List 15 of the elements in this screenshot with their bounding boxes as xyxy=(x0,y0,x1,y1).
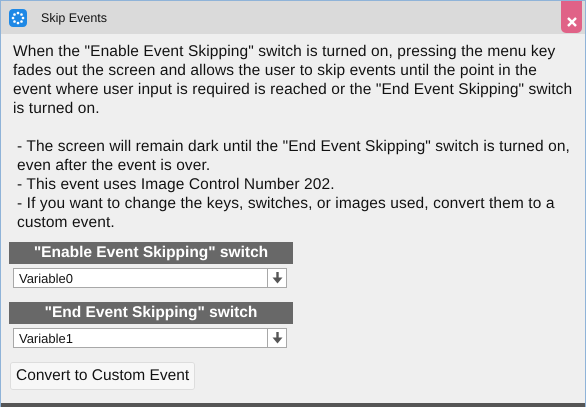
window-title: Skip Events xyxy=(41,10,108,24)
down-arrow-icon xyxy=(272,272,282,284)
app-icon xyxy=(9,8,27,26)
note-text: - If you want to change the keys, switches, or images used, convert them to a custom event. xyxy=(17,194,556,232)
switch-dropdown[interactable]: Variable1 xyxy=(13,328,287,348)
close-icon xyxy=(566,17,576,27)
note-text: - The screen will remain dark until the "End Event Skipping" switch is turned on, even after the event is over. xyxy=(17,137,571,175)
note-text: - This event uses Image Control Number 202. xyxy=(17,175,336,194)
switch-dropdown[interactable]: Variable0 xyxy=(13,268,287,288)
close-button[interactable] xyxy=(561,1,582,33)
convert-button[interactable]: Convert to Custom Event xyxy=(10,362,196,390)
description-text: When the "Enable Event Skipping" switch is turned on, pressing the menu key fades out the screen and allows the user to skip events until the point in the event where user input is required is reached or the "End Event Skipping" switch is turned on. xyxy=(13,42,574,118)
section-header: "End Event Skipping" switch xyxy=(9,302,293,324)
section-header: "Enable Event Skipping" switch xyxy=(9,242,293,264)
down-arrow-icon xyxy=(272,332,282,344)
